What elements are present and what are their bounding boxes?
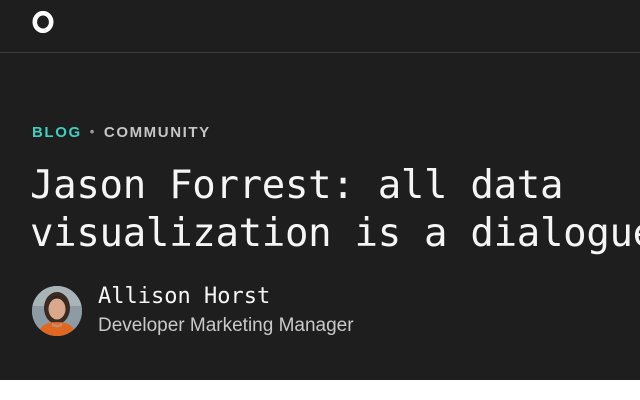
page: BLOG • COMMUNITY Jason Forrest: all data v…: [0, 0, 640, 380]
post-title-line-1: Jason Forrest: all data: [30, 163, 564, 208]
observable-logo-icon[interactable]: [32, 10, 54, 34]
post-category-breadcrumb: BLOG • COMMUNITY: [32, 124, 211, 141]
post-title-line-2: visualization is a dialogue: [30, 211, 640, 256]
author-name[interactable]: Allison Horst: [98, 284, 270, 309]
author-role: Developer Marketing Manager: [98, 315, 354, 336]
top-navigation-bar: [0, 0, 640, 53]
post-title: Jason Forrest: all data visualization is…: [30, 162, 640, 258]
category-link-blog[interactable]: BLOG: [32, 124, 82, 141]
observable-logo-icon-graphic: [32, 10, 54, 34]
author-avatar-image: [32, 286, 82, 336]
author-avatar[interactable]: [32, 286, 82, 336]
category-separator: •: [89, 124, 96, 139]
category-link-community[interactable]: COMMUNITY: [104, 124, 211, 141]
author-byline: Allison Horst Developer Marketing Manage…: [32, 284, 632, 336]
